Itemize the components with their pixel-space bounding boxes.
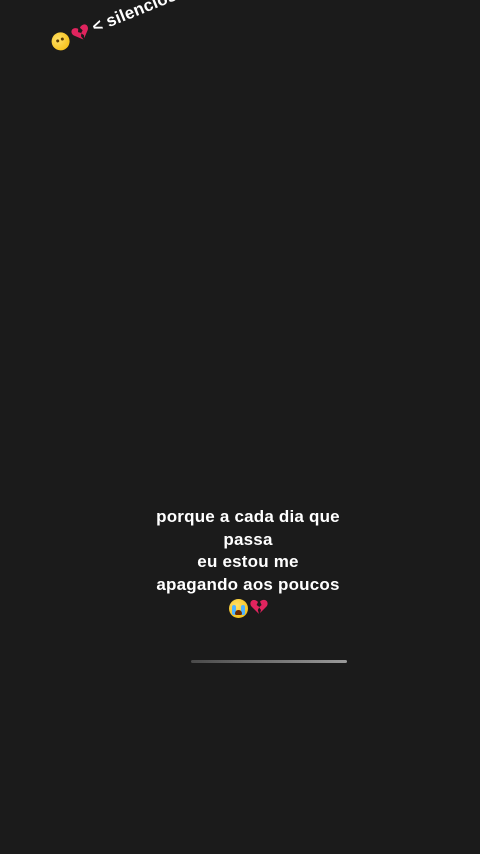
username-text: < silenciosa>017 bbox=[89, 0, 225, 37]
caption-line: passa bbox=[223, 529, 273, 549]
username-tag: < silenciosa>017 bbox=[48, 0, 226, 54]
caption-emojis bbox=[0, 599, 480, 618]
caption-line: porque a cada dia que bbox=[156, 507, 340, 526]
story-progress-bar bbox=[191, 660, 347, 663]
broken-heart-icon bbox=[70, 22, 93, 44]
story-progress-fill bbox=[191, 660, 347, 663]
story-screen[interactable]: < silenciosa>017 porque a cada dia que p… bbox=[0, 0, 480, 854]
caption-line: eu estou me bbox=[197, 552, 299, 571]
story-caption: porque a cada dia que passa eu estou me … bbox=[0, 506, 480, 618]
pleading-face-icon bbox=[48, 29, 73, 54]
loudly-crying-face-icon bbox=[228, 599, 248, 618]
broken-heart-icon bbox=[249, 599, 268, 615]
caption-line: apagando aos poucos bbox=[156, 574, 340, 594]
